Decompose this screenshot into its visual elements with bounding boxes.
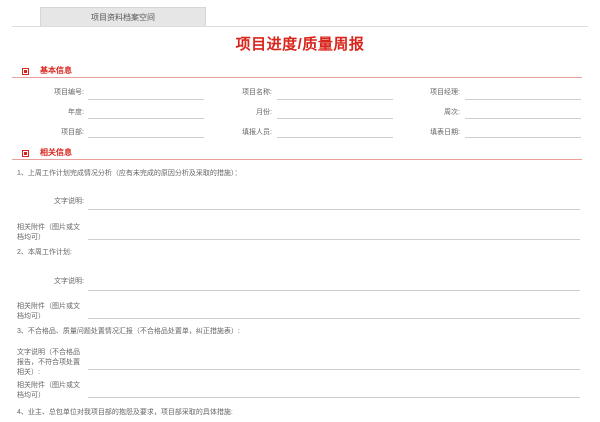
section-divider (12, 77, 582, 78)
field-input-week[interactable] (465, 118, 581, 119)
section-header-basic: 基本信息 (12, 65, 582, 85)
field-input-project-no[interactable] (88, 99, 204, 100)
field-label-month: 月份: (256, 109, 272, 116)
page-title: 项目进度/质量周报 (235, 36, 365, 53)
question-3-text: 3、不合格品、质量问题处置情况汇报（不合格品处置单，纠正措施表）: (17, 328, 240, 335)
section-divider (12, 159, 582, 160)
q1-attachment-input[interactable] (88, 239, 580, 240)
field-label-reporter: 填报人员: (242, 129, 272, 136)
question-2-text: 2、本周工作计划: (17, 249, 72, 256)
field-input-month[interactable] (277, 118, 393, 119)
field-input-reporter[interactable] (277, 137, 393, 138)
field-input-project-manager[interactable] (465, 99, 581, 100)
q1-text-input[interactable] (88, 209, 580, 210)
field-label-project-no: 项目编号: (54, 89, 84, 96)
q3-attachment-input[interactable] (88, 397, 580, 398)
field-label-project-name: 项目名称: (242, 89, 272, 96)
q2-text-label: 文字说明: (54, 278, 84, 285)
section-collapse-icon[interactable] (22, 68, 29, 75)
field-input-fill-date[interactable] (465, 137, 581, 138)
q3-attachment-label: 相关附件（图片或文档均可） (17, 382, 80, 399)
section-header-related: 相关信息 (12, 147, 582, 167)
question-4-text: 4、业主、总包单位对我项目部的抱怨及要求，项目部采取的具体措施: (17, 409, 233, 416)
q3-text-input[interactable] (88, 369, 580, 370)
field-label-fill-date: 填表日期: (430, 129, 460, 136)
section-collapse-icon[interactable] (22, 150, 29, 157)
field-input-project-dept[interactable] (88, 137, 204, 138)
field-label-week: 周次: (444, 109, 460, 116)
q2-attachment-label: 相关附件（图片或文档均可） (17, 303, 80, 320)
field-label-year: 年度: (68, 109, 84, 116)
q1-attachment-label: 相关附件（图片或文档均可） (17, 224, 80, 241)
section-title-basic: 基本信息 (40, 66, 72, 75)
field-label-project-dept: 项目部: (61, 129, 84, 136)
top-tab-bar: 项目资料档案空间 (0, 0, 600, 26)
q2-attachment-input[interactable] (88, 318, 580, 319)
tab-bar-divider (12, 26, 588, 27)
section-title-related: 相关信息 (40, 148, 72, 157)
question-1-text: 1、上周工作计划完成情况分析（应有未完成的原因分析及采取的措施）： (17, 170, 242, 177)
q2-text-input[interactable] (88, 290, 580, 291)
q1-text-label: 文字说明: (54, 198, 84, 205)
q3-text-label: 文字说明（不合格品报告，不符合项处置相关）: (17, 349, 80, 376)
tab-project-archive[interactable]: 项目资料档案空间 (40, 7, 206, 26)
field-label-project-manager: 项目经理: (430, 89, 460, 96)
field-input-project-name[interactable] (277, 99, 393, 100)
field-input-year[interactable] (88, 118, 204, 119)
